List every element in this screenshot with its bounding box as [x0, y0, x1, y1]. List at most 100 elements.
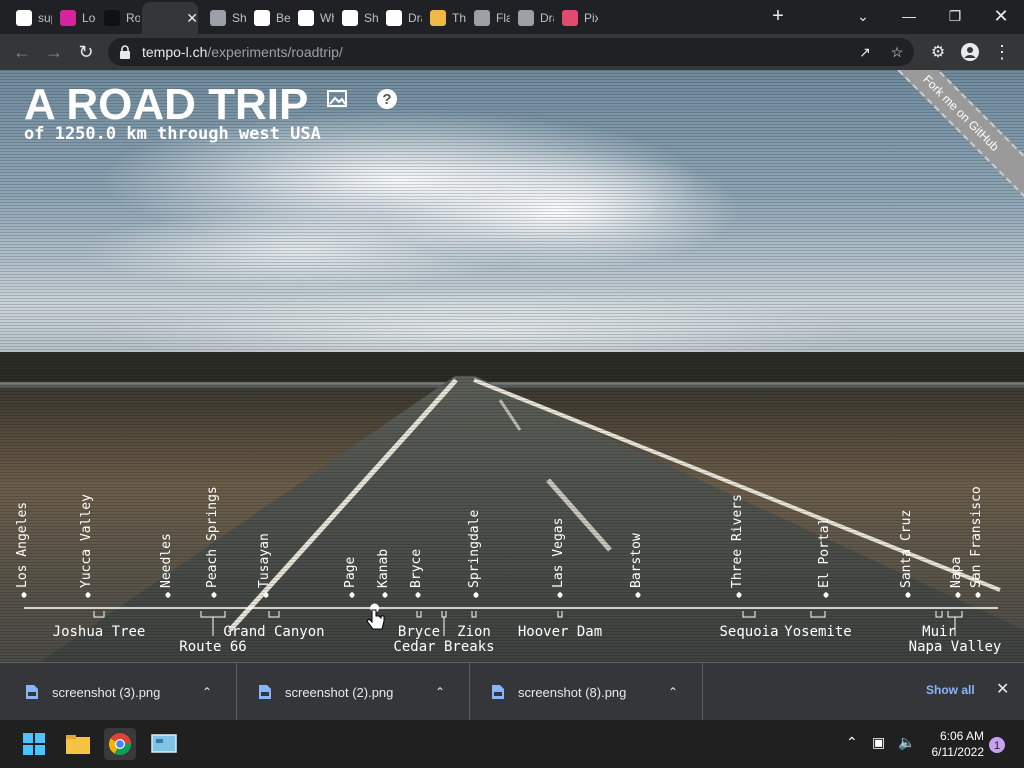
region-label[interactable]: Napa Valley	[909, 639, 1002, 655]
city-marker[interactable]	[955, 592, 961, 598]
tab-title: Fla	[496, 11, 510, 25]
region-bracket	[200, 611, 226, 636]
file-explorer-icon[interactable]	[62, 728, 94, 760]
profile-avatar[interactable]	[956, 38, 984, 66]
city-label[interactable]: Los Angeles	[15, 502, 30, 588]
close-downloads-bar-button[interactable]: ✕	[996, 679, 1009, 699]
start-windows-icon[interactable]	[18, 728, 50, 760]
city-marker[interactable]	[736, 592, 742, 598]
lock-icon[interactable]	[118, 44, 132, 60]
system-clock[interactable]: 6:06 AM 6/11/2022	[918, 728, 985, 760]
region-bracket	[416, 611, 422, 618]
city-marker[interactable]	[635, 592, 641, 598]
bookmark-star-icon[interactable]: ☆	[888, 44, 906, 60]
tab-4[interactable]: ✕	[142, 2, 198, 34]
tab-5[interactable]: Shi	[204, 2, 246, 34]
reload-button[interactable]: ↻	[72, 38, 100, 66]
city-label[interactable]: Bryce	[409, 549, 424, 588]
tab-1[interactable]: sup	[10, 2, 52, 34]
city-marker[interactable]	[557, 592, 563, 598]
new-tab-button[interactable]: +	[766, 4, 790, 28]
region-label[interactable]: Joshua Tree	[53, 624, 146, 640]
restore-button[interactable]: ❐	[932, 0, 978, 32]
city-marker[interactable]	[382, 592, 388, 598]
city-label[interactable]: Three Rivers	[730, 494, 745, 588]
tab-title: Shi	[232, 11, 246, 25]
city-label[interactable]: Needles	[159, 533, 174, 588]
show-hidden-icons-chevron[interactable]: ⌃	[846, 734, 858, 751]
download-item[interactable]: screenshot (3).png ⌃	[4, 663, 237, 721]
chevron-up-icon[interactable]: ⌃	[435, 685, 445, 699]
city-marker[interactable]	[263, 592, 269, 598]
city-marker[interactable]	[415, 592, 421, 598]
close-tab-icon[interactable]: ✕	[186, 10, 198, 27]
city-label[interactable]: Napa	[949, 557, 964, 588]
city-marker[interactable]	[85, 592, 91, 598]
region-bracket	[441, 611, 447, 636]
tab-9[interactable]: Dra	[380, 2, 422, 34]
tab-search-chevron-icon[interactable]: ⌄	[840, 0, 886, 32]
minimize-button[interactable]: —	[886, 0, 932, 32]
region-label[interactable]: Cedar Breaks	[393, 639, 494, 655]
city-marker[interactable]	[473, 592, 479, 598]
show-all-downloads-button[interactable]: Show all	[926, 683, 975, 697]
city-label[interactable]: Santa Cruz	[899, 510, 914, 588]
region-label[interactable]: Zion	[457, 624, 491, 640]
wikipedia-icon	[298, 10, 314, 26]
region-label[interactable]: Route 66	[179, 639, 246, 655]
region-label[interactable]: Muir	[922, 624, 956, 640]
network-icon[interactable]: ▣	[872, 734, 885, 751]
city-label[interactable]: Page	[343, 557, 358, 588]
forward-button[interactable]: →	[40, 38, 68, 66]
url-text[interactable]: tempo-l.ch/experiments/roadtrip/	[142, 44, 343, 60]
tab-8[interactable]: Sha	[336, 2, 378, 34]
chrome-taskbar-button[interactable]	[104, 728, 136, 760]
control-panel-icon[interactable]	[148, 728, 180, 760]
city-label[interactable]: Barstow	[629, 533, 644, 588]
tab-10[interactable]: The	[424, 2, 466, 34]
chevron-up-icon[interactable]: ⌃	[202, 685, 212, 699]
extensions-puzzle-icon[interactable]: ⚙	[924, 38, 952, 66]
tab-12[interactable]: Dra	[512, 2, 554, 34]
city-label[interactable]: Peach Springs	[205, 486, 220, 588]
notification-badge[interactable]: 1	[988, 736, 1006, 754]
city-marker[interactable]	[349, 592, 355, 598]
back-button[interactable]: ←	[8, 38, 36, 66]
globe-icon	[518, 10, 534, 26]
city-label[interactable]: El Portal	[817, 518, 832, 588]
region-bracket	[810, 611, 826, 618]
city-marker[interactable]	[823, 592, 829, 598]
tab-title: Log	[82, 11, 96, 25]
volume-icon[interactable]: 🔈	[898, 734, 915, 751]
tab-7[interactable]: Wh	[292, 2, 334, 34]
tab-11[interactable]: Fla	[468, 2, 510, 34]
city-marker[interactable]	[975, 592, 981, 598]
city-label[interactable]: Kanab	[376, 549, 391, 588]
city-label[interactable]: San Fransisco	[969, 486, 984, 588]
tab-3[interactable]: Roa	[98, 2, 140, 34]
city-label[interactable]: Tusayan	[257, 533, 272, 588]
city-label[interactable]: Springdale	[467, 510, 482, 588]
tab-2[interactable]: Log	[54, 2, 96, 34]
region-label[interactable]: Yosemite	[784, 624, 851, 640]
tab-6[interactable]: Bec	[248, 2, 290, 34]
address-bar[interactable]: tempo-l.ch/experiments/roadtrip/ ↗ ☆	[108, 38, 914, 66]
city-label[interactable]: Las Vegas	[551, 518, 566, 588]
browser-menu-button[interactable]: ⋮	[988, 38, 1016, 66]
chevron-up-icon[interactable]: ⌃	[668, 685, 678, 699]
region-label[interactable]: Bryce	[398, 624, 440, 640]
city-label[interactable]: Yucca Valley	[79, 494, 94, 588]
city-marker[interactable]	[21, 592, 27, 598]
region-label[interactable]: Sequoia	[719, 624, 778, 640]
city-marker[interactable]	[211, 592, 217, 598]
close-window-button[interactable]: ✕	[978, 0, 1024, 32]
download-item[interactable]: screenshot (8).png ⌃	[470, 663, 703, 721]
share-icon[interactable]: ↗	[856, 44, 874, 60]
download-item[interactable]: screenshot (2).png ⌃	[237, 663, 470, 721]
city-marker[interactable]	[905, 592, 911, 598]
city-marker[interactable]	[165, 592, 171, 598]
tab-13[interactable]: Pix	[556, 2, 598, 34]
person-icon	[961, 43, 979, 61]
region-label[interactable]: Hoover Dam	[518, 624, 602, 640]
region-label[interactable]: Grand Canyon	[223, 624, 324, 640]
